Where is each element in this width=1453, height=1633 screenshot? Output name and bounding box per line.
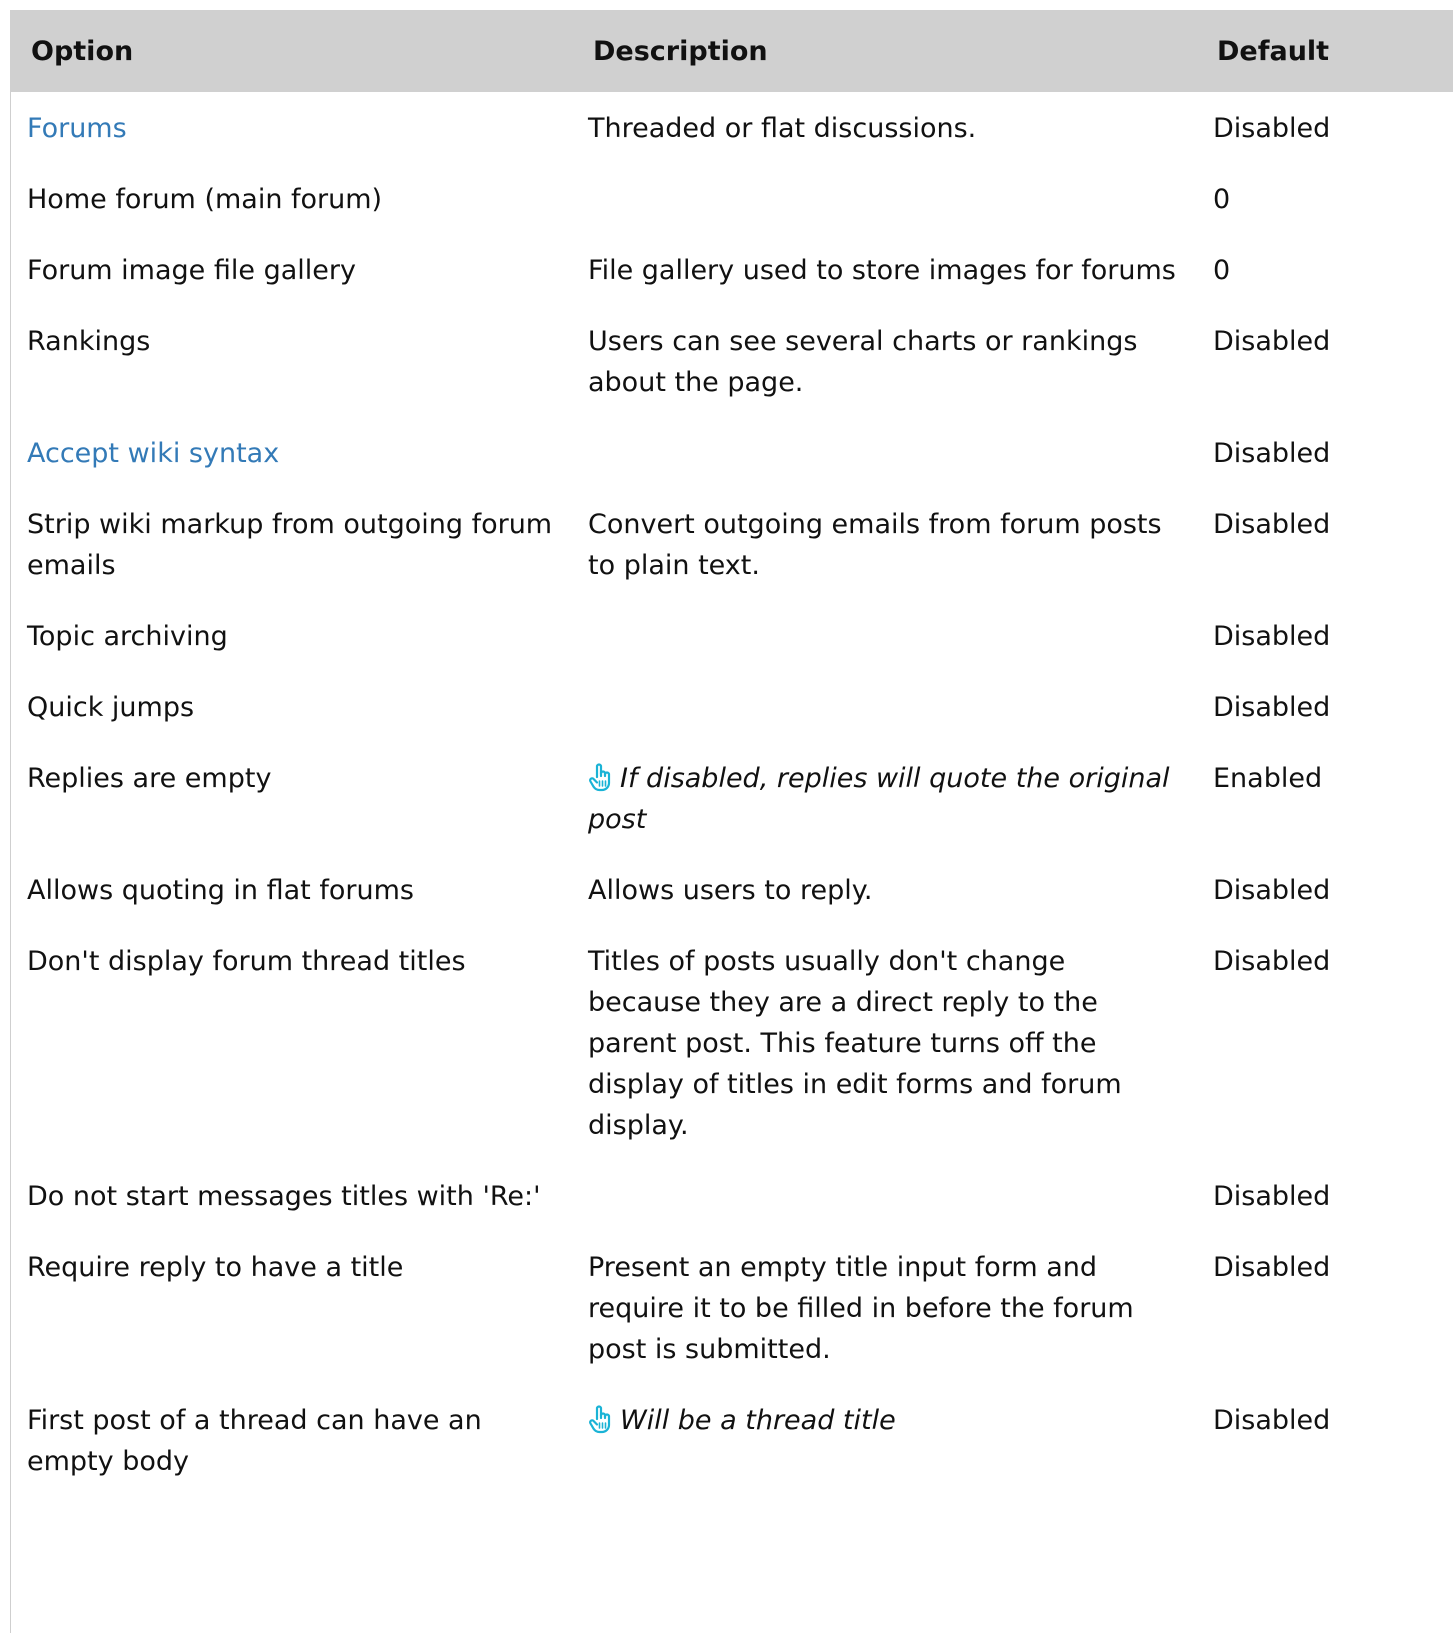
description-cell [573, 670, 1198, 741]
table-row: Rankings Users can see several charts or … [10, 304, 1453, 416]
default-value: 0 [1213, 184, 1231, 215]
description-cell [573, 599, 1198, 670]
description-text: File gallery used to store images for fo… [588, 255, 1176, 286]
table-header-row: Option Description Default [10, 10, 1453, 92]
table-row: Quick jumps Disabled [10, 670, 1453, 741]
description-cell [573, 1159, 1198, 1230]
option-label: Don't display forum thread titles [27, 946, 466, 977]
column-header-description: Description [573, 10, 1198, 92]
description-cell: Users can see several charts or rankings… [573, 304, 1198, 416]
option-link[interactable]: Forums [27, 113, 127, 144]
default-value: Disabled [1213, 1405, 1331, 1436]
table-row: Home forum (main forum) 0 [10, 162, 1453, 233]
option-cell: First post of a thread can have an empty… [10, 1383, 573, 1495]
pointing-hand-icon [588, 762, 614, 792]
description-note: Will be a thread title [620, 1405, 896, 1436]
table-row: Accept wiki syntax Disabled [10, 416, 1453, 487]
option-label: Topic archiving [27, 621, 228, 652]
option-cell: Home forum (main forum) [10, 162, 573, 233]
default-value: Disabled [1213, 509, 1331, 540]
description-text: Users can see several charts or rankings… [588, 326, 1138, 398]
table-row: Forums Threaded or flat discussions. Disab… [10, 92, 1453, 162]
default-value: Disabled [1213, 326, 1331, 357]
default-value: Disabled [1213, 946, 1331, 977]
option-cell: Topic archiving [10, 599, 573, 670]
option-label: Require reply to have a title [27, 1252, 404, 1283]
option-label: Strip wiki markup from outgoing forum em… [27, 509, 553, 581]
table-row: Topic archiving Disabled [10, 599, 1453, 670]
table-row: Replies are empty If disabled, replies wi… [10, 741, 1453, 853]
description-cell [573, 162, 1198, 233]
default-value: Disabled [1213, 621, 1331, 652]
description-cell: File gallery used to store images for fo… [573, 233, 1198, 304]
table-row: First post of a thread can have an empty… [10, 1383, 1453, 1495]
description-cell [573, 416, 1198, 487]
description-cell: Allows users to reply. [573, 853, 1198, 924]
description-cell: Threaded or flat discussions. [573, 92, 1198, 162]
description-note: If disabled, replies will quote the orig… [588, 763, 1170, 835]
option-label: First post of a thread can have an empty… [27, 1405, 482, 1477]
default-value: Disabled [1213, 875, 1331, 906]
column-header-default: Default [1198, 10, 1453, 92]
table-row: Require reply to have a title Present an … [10, 1230, 1453, 1383]
column-header-option: Option [10, 10, 573, 92]
table-row: Forum image file gallery File gallery use… [10, 233, 1453, 304]
option-cell: Accept wiki syntax [10, 416, 573, 487]
option-link[interactable]: Accept wiki syntax [27, 438, 279, 469]
description-text: Allows users to reply. [588, 875, 873, 906]
table-row: Strip wiki markup from outgoing forum em… [10, 487, 1453, 599]
option-label: Forum image file gallery [27, 255, 356, 286]
description-cell: Present an empty title input form and re… [573, 1230, 1198, 1383]
table-row: Do not start messages titles with 'Re:' D… [10, 1159, 1453, 1230]
description-text: Threaded or flat discussions. [588, 113, 977, 144]
default-value: Enabled [1213, 763, 1323, 794]
description-text: Present an empty title input form and re… [588, 1252, 1134, 1365]
default-value: Disabled [1213, 438, 1331, 469]
description-cell: Convert outgoing emails from forum posts… [573, 487, 1198, 599]
description-cell: Titles of posts usually don't change bec… [573, 924, 1198, 1159]
description-text: Convert outgoing emails from forum posts… [588, 509, 1162, 581]
option-cell: Replies are empty [10, 741, 573, 853]
table-row: Allows quoting in flat forums Allows user… [10, 853, 1453, 924]
option-cell: Allows quoting in flat forums [10, 853, 573, 924]
option-cell: Require reply to have a title [10, 1230, 573, 1383]
option-label: Replies are empty [27, 763, 272, 794]
pointing-hand-icon [588, 1404, 614, 1434]
forum-options-table: Option Description Default Forums Threade… [10, 10, 1453, 1495]
option-cell: Forums [10, 92, 573, 162]
option-label: Allows quoting in flat forums [27, 875, 414, 906]
option-cell: Forum image file gallery [10, 233, 573, 304]
default-value: Disabled [1213, 1252, 1331, 1283]
option-cell: Rankings [10, 304, 573, 416]
option-cell: Do not start messages titles with 'Re:' [10, 1159, 573, 1230]
description-text: Titles of posts usually don't change bec… [588, 946, 1122, 1141]
description-cell: Will be a thread title [573, 1383, 1198, 1495]
option-cell: Don't display forum thread titles [10, 924, 573, 1159]
option-cell: Quick jumps [10, 670, 573, 741]
default-value: Disabled [1213, 1181, 1331, 1212]
default-value: 0 [1213, 255, 1231, 286]
option-label: Quick jumps [27, 692, 195, 723]
description-cell: If disabled, replies will quote the orig… [573, 741, 1198, 853]
default-value: Disabled [1213, 692, 1331, 723]
option-label: Do not start messages titles with 'Re:' [27, 1181, 541, 1212]
option-cell: Strip wiki markup from outgoing forum em… [10, 487, 573, 599]
option-label: Home forum (main forum) [27, 184, 383, 215]
table-row: Don't display forum thread titles Titles … [10, 924, 1453, 1159]
default-value: Disabled [1213, 113, 1331, 144]
option-label: Rankings [27, 326, 151, 357]
